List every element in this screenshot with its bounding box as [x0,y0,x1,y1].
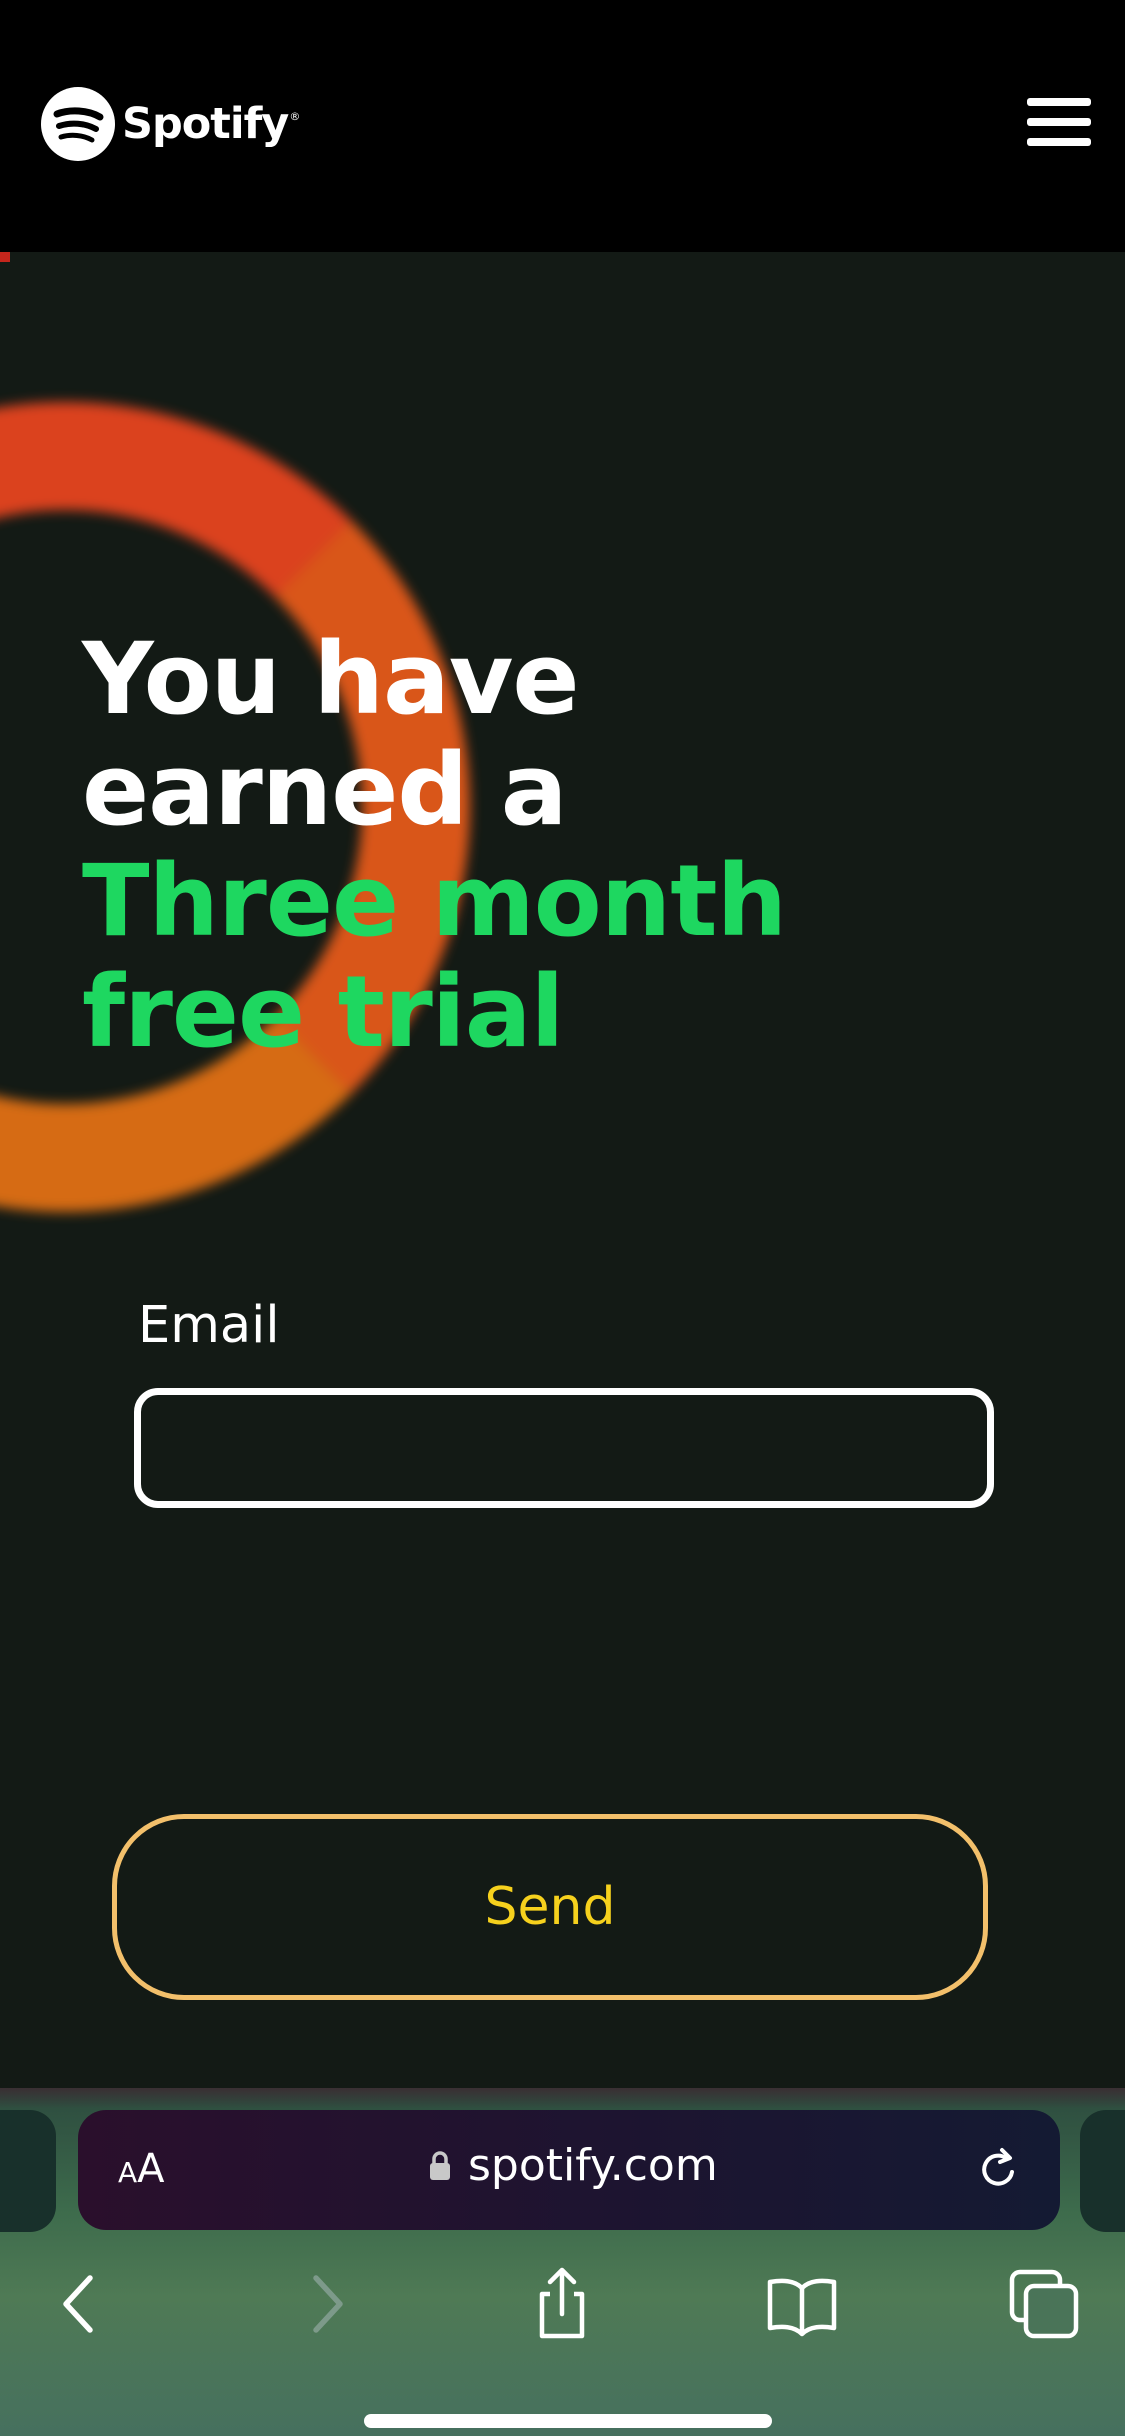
brand-name: Spotify [122,99,289,149]
menu-bar [1027,138,1091,146]
next-tab-preview[interactable] [1080,2110,1125,2232]
url-text: spotify.com [468,2140,718,2191]
previous-tab-preview[interactable] [0,2110,56,2232]
site-header: Spotify ® [0,0,1125,252]
headline-highlight-1: Three month [82,844,787,959]
back-icon[interactable] [42,2266,118,2342]
spotify-logo[interactable]: Spotify ® [40,86,300,162]
send-button[interactable]: Send [112,1814,988,2000]
spotify-logo-icon [41,87,115,161]
text-size-large-a: A [137,2146,165,2192]
email-field[interactable] [134,1388,994,1508]
page: Spotify ® You have earned a Three month … [0,0,1125,2436]
browser-toolbar: AA spotify.com [0,2088,1125,2436]
email-label: Email [138,1296,280,1355]
headline-line-1: You have [82,622,580,737]
registered-mark: ® [289,109,301,123]
text-size-small-a: A [118,2156,138,2189]
reload-icon[interactable] [972,2144,1024,2196]
hero-headline: You have earned a Three month free trial [82,622,787,1070]
bookmarks-icon[interactable] [764,2266,840,2342]
address-bar[interactable]: AA spotify.com [78,2110,1060,2230]
menu-bar [1027,118,1091,126]
headline-highlight-2: free trial [82,955,564,1070]
url-display[interactable]: spotify.com [428,2140,718,2191]
headline-line-2: earned a [82,733,568,848]
home-indicator[interactable] [364,2414,772,2428]
main-content: You have earned a Three month free trial… [0,252,1125,2088]
share-icon[interactable] [524,2266,600,2342]
hamburger-menu-icon[interactable] [1027,96,1091,148]
text-size-button[interactable]: AA [118,2146,165,2192]
tabs-icon[interactable] [1006,2266,1082,2342]
menu-bar [1027,98,1091,106]
forward-icon[interactable] [288,2266,364,2342]
lock-icon [430,2150,450,2180]
